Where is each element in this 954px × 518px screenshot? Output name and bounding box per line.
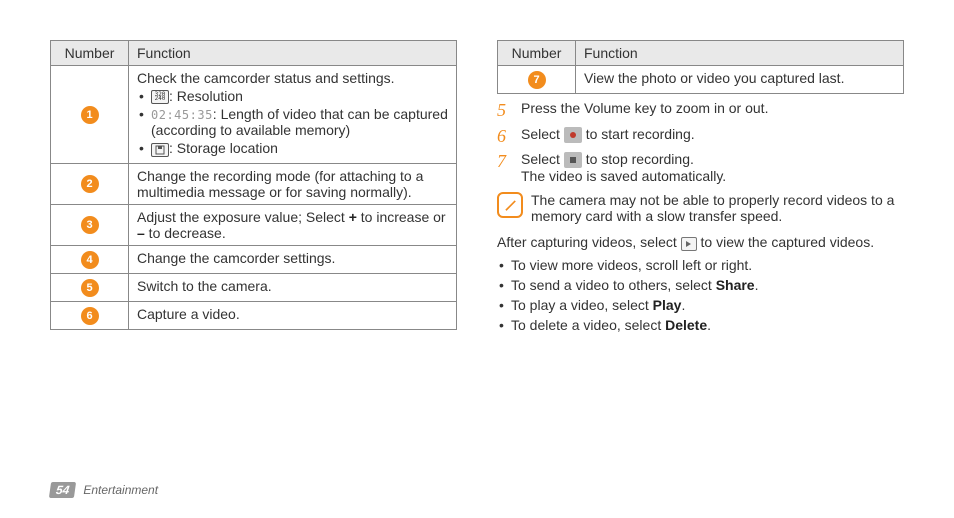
row7-text: View the photo or video you captured las… <box>576 66 904 94</box>
resolution-icon: 320 240 320240 <box>151 90 169 104</box>
table-row: 2 Change the recording mode (for attachi… <box>51 163 457 204</box>
table-row: 4 Change the camcorder settings. <box>51 245 457 273</box>
table-row: 7 View the photo or video you captured l… <box>498 66 904 94</box>
right-column: Number Function 7 View the photo or vide… <box>497 40 904 337</box>
row-badge-1: 1 <box>81 106 99 124</box>
row6-text: Capture a video. <box>129 301 457 329</box>
th-number: Number <box>51 41 129 66</box>
step-number: 7 <box>497 151 511 173</box>
right-table: Number Function 7 View the photo or vide… <box>497 40 904 94</box>
steps-list: 5 Press the Volume key to zoom in or out… <box>497 100 904 184</box>
row1-b3-text: : Storage location <box>169 140 278 156</box>
row5-text: Switch to the camera. <box>129 273 457 301</box>
action-item: To view more videos, scroll left or righ… <box>497 257 904 273</box>
action-item: To play a video, select Play. <box>497 297 904 313</box>
step-text: Select to start recording. <box>521 126 904 143</box>
step-text: Select to stop recording. The video is s… <box>521 151 904 184</box>
row1-lead: Check the camcorder status and settings. <box>137 70 448 86</box>
row-badge-5: 5 <box>81 279 99 297</box>
step-6: 6 Select to start recording. <box>497 126 904 148</box>
page-footer: 54 Entertainment <box>50 482 158 498</box>
step-7: 7 Select to stop recording. The video is… <box>497 151 904 184</box>
left-column: Number Function 1 Check the camcorder st… <box>50 40 457 337</box>
action-item: To send a video to others, select Share. <box>497 277 904 293</box>
step-5: 5 Press the Volume key to zoom in or out… <box>497 100 904 122</box>
row-badge-2: 2 <box>81 175 99 193</box>
table-row: 3 Adjust the exposure value; Select + to… <box>51 204 457 245</box>
step-number: 6 <box>497 126 511 148</box>
table-row: 6 Capture a video. <box>51 301 457 329</box>
row1-bullets: 320 240 320240 : Resolution 02:45:35: Le… <box>137 88 448 157</box>
row-badge-7: 7 <box>528 71 546 89</box>
step-extra: The video is saved automatically. <box>521 168 904 184</box>
th-number-r: Number <box>498 41 576 66</box>
row-badge-3: 3 <box>81 216 99 234</box>
storage-icon <box>151 143 169 157</box>
note-icon <box>497 192 523 218</box>
th-function: Function <box>129 41 457 66</box>
row-badge-6: 6 <box>81 307 99 325</box>
note-text: The camera may not be able to properly r… <box>531 192 904 224</box>
actions-list: To view more videos, scroll left or righ… <box>497 257 904 333</box>
step-number: 5 <box>497 100 511 122</box>
table-row: 1 Check the camcorder status and setting… <box>51 66 457 164</box>
step-text: Press the Volume key to zoom in or out. <box>521 100 904 116</box>
action-item: To delete a video, select Delete. <box>497 317 904 333</box>
record-icon <box>564 127 582 143</box>
stop-icon <box>564 152 582 168</box>
play-icon <box>681 237 697 251</box>
row3-text: Adjust the exposure value; Select + to i… <box>129 204 457 245</box>
row2-text: Change the recording mode (for attaching… <box>129 163 457 204</box>
th-function-r: Function <box>576 41 904 66</box>
note-box: The camera may not be able to properly r… <box>497 192 904 224</box>
row1-b1-text: : Resolution <box>169 88 243 104</box>
row4-text: Change the camcorder settings. <box>129 245 457 273</box>
table-row: 5 Switch to the camera. <box>51 273 457 301</box>
row-badge-4: 4 <box>81 251 99 269</box>
after-text: After capturing videos, select to view t… <box>497 234 904 250</box>
timer-icon: 02:45:35 <box>151 108 213 122</box>
page-number: 54 <box>49 482 77 498</box>
left-table: Number Function 1 Check the camcorder st… <box>50 40 457 330</box>
section-title: Entertainment <box>83 483 158 497</box>
